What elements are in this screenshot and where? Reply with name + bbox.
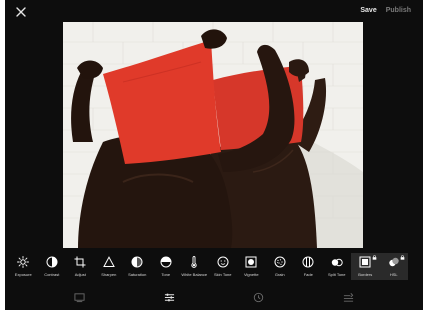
tool-skin-tone[interactable]: Skin Tone: [209, 253, 238, 280]
tool-strip: Exposure Contrast Adjust Sharpen Saturat…: [9, 253, 419, 280]
tool-borders[interactable]: Borders: [351, 253, 380, 280]
history-icon: [254, 292, 264, 302]
publish-button[interactable]: Publish: [386, 7, 411, 14]
tool-label: Borders: [358, 272, 373, 277]
header-actions: Save Publish: [360, 7, 411, 14]
editor-app: Save Publish Exposure Contrast Adjust Sh…: [5, 0, 423, 310]
tool-label: Grain: [274, 272, 285, 277]
save-button[interactable]: Save: [360, 7, 376, 14]
tool-label: Split Tone: [328, 272, 346, 277]
tool-fade[interactable]: Fade: [294, 253, 323, 280]
tool-grain[interactable]: Grain: [266, 253, 295, 280]
tool-label: Tone: [161, 272, 171, 277]
tools-sliders-icon: [164, 293, 174, 301]
photo-image: [63, 22, 363, 248]
tool-label: Adjust: [74, 272, 86, 277]
presets-icon: [74, 292, 85, 302]
lock-icon: [400, 255, 405, 260]
tool-split-tone[interactable]: Split Tone: [323, 253, 352, 280]
nav-presets[interactable]: [72, 289, 88, 305]
tool-sharpen[interactable]: Sharpen: [95, 253, 124, 280]
close-icon: [16, 7, 26, 17]
saturation-icon: [131, 256, 143, 268]
borders-icon: [359, 256, 371, 268]
vignette-icon: [245, 256, 257, 268]
nav-tools[interactable]: [161, 289, 177, 305]
crop-icon: [74, 256, 86, 268]
tool-label: Vignette: [243, 272, 259, 277]
tool-adjust[interactable]: Adjust: [66, 253, 95, 280]
sun-icon: [17, 256, 30, 268]
tool-saturation[interactable]: Saturation: [123, 253, 152, 280]
tool-label: HSL: [389, 272, 398, 277]
tool-label: White Balance: [181, 272, 208, 277]
face-icon: [217, 256, 229, 268]
recipes-icon: [343, 292, 354, 302]
split-tone-icon: [331, 258, 343, 267]
thermometer-icon: [191, 256, 197, 268]
hsl-icon: [389, 257, 399, 267]
tool-label: Saturation: [128, 272, 147, 277]
tool-label: Contrast: [44, 272, 60, 277]
contrast-icon: [46, 256, 58, 268]
close-button[interactable]: [13, 4, 29, 20]
tool-label: Exposure: [14, 272, 32, 277]
grain-icon: [274, 256, 286, 268]
tool-contrast[interactable]: Contrast: [38, 253, 67, 280]
nav-history[interactable]: [251, 289, 267, 305]
tool-label: Sharpen: [101, 272, 117, 277]
triangle-icon: [102, 256, 115, 267]
bottom-nav: [5, 284, 423, 310]
tool-hsl[interactable]: HSL: [379, 253, 408, 280]
tool-white-balance[interactable]: White Balance: [180, 253, 209, 280]
tool-exposure[interactable]: Exposure: [9, 253, 38, 280]
tool-vignette[interactable]: Vignette: [237, 253, 266, 280]
fade-icon: [302, 256, 314, 268]
photo-canvas[interactable]: [63, 22, 363, 248]
nav-recipes[interactable]: [340, 289, 356, 305]
tool-label: Skin Tone: [214, 272, 232, 277]
tone-icon: [160, 256, 172, 268]
tool-label: Fade: [303, 272, 313, 277]
tool-tone[interactable]: Tone: [152, 253, 181, 280]
lock-icon: [372, 255, 376, 260]
